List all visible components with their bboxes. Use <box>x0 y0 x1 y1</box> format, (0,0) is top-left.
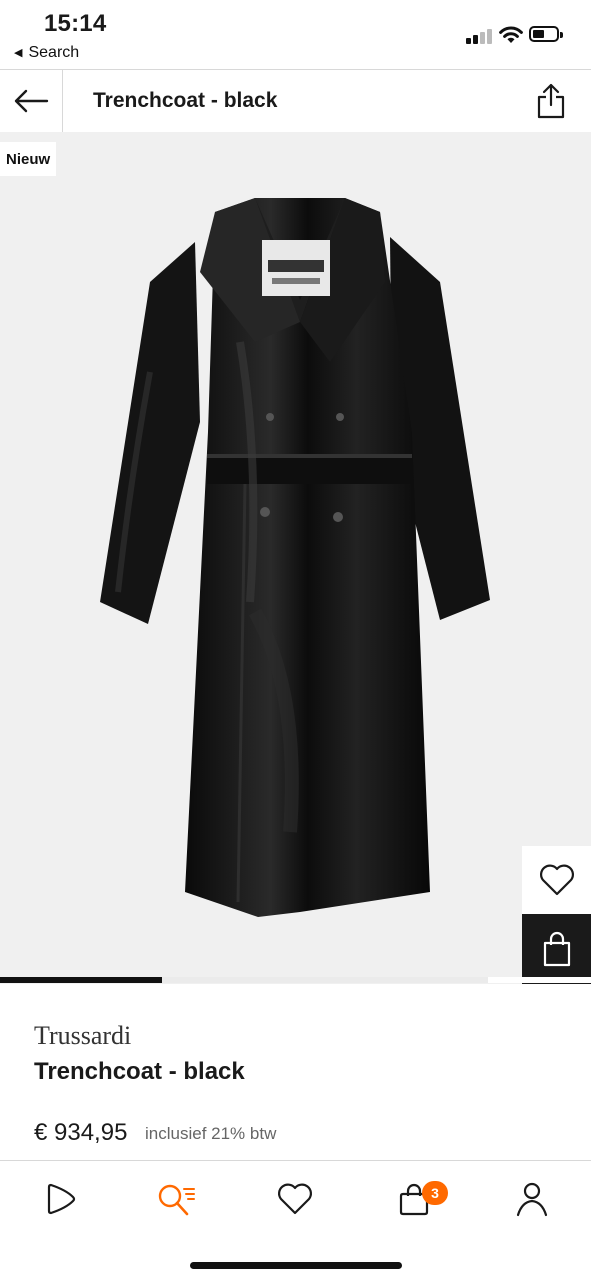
arrow-left-icon <box>14 89 49 113</box>
vat-note: inclusief 21% btw <box>145 1124 277 1143</box>
share-button[interactable] <box>533 82 569 120</box>
product-price: € 934,95 <box>34 1119 128 1146</box>
image-carousel-indicator <box>0 977 591 983</box>
new-badge: Nieuw <box>0 142 57 176</box>
shopping-bag-icon <box>543 931 570 967</box>
back-triangle-icon: ◀ <box>14 47 23 59</box>
trenchcoat-image <box>100 198 490 917</box>
person-icon <box>516 1182 548 1217</box>
add-to-wishlist-button[interactable] <box>522 846 591 914</box>
cart-count-badge: 3 <box>422 1181 448 1205</box>
product-name: Trenchcoat - black <box>34 1058 245 1085</box>
heart-icon <box>278 1183 312 1215</box>
back-to-app-link[interactable]: ◀ Search <box>14 44 79 62</box>
search-list-icon <box>158 1184 195 1216</box>
tab-account[interactable] <box>510 1177 554 1221</box>
home-indicator <box>190 1262 402 1269</box>
share-icon <box>537 83 565 119</box>
brand-name[interactable]: Trussardi <box>34 1021 131 1051</box>
add-to-bag-button[interactable] <box>522 914 591 984</box>
page-header: Trenchcoat - black <box>0 69 591 133</box>
wifi-icon <box>499 26 523 43</box>
play-home-icon <box>47 1183 76 1215</box>
tab-wishlist[interactable] <box>273 1177 317 1221</box>
carousel-indicator-inactive <box>162 977 488 983</box>
tab-search[interactable] <box>154 1177 198 1221</box>
carousel-indicator-active <box>0 977 162 983</box>
tab-cart[interactable]: 3 <box>392 1177 448 1221</box>
back-button[interactable] <box>0 70 63 132</box>
battery-icon <box>529 26 563 42</box>
product-image-gallery[interactable]: Nieuw <box>0 132 591 984</box>
page-title: Trenchcoat - black <box>93 89 278 112</box>
heart-icon <box>539 864 574 896</box>
status-time: 15:14 <box>44 10 107 37</box>
tab-home[interactable] <box>37 1177 81 1221</box>
back-to-app-label: Search <box>28 44 80 61</box>
cellular-signal-icon <box>466 28 494 44</box>
status-bar: 15:14 ◀ Search <box>0 0 591 68</box>
